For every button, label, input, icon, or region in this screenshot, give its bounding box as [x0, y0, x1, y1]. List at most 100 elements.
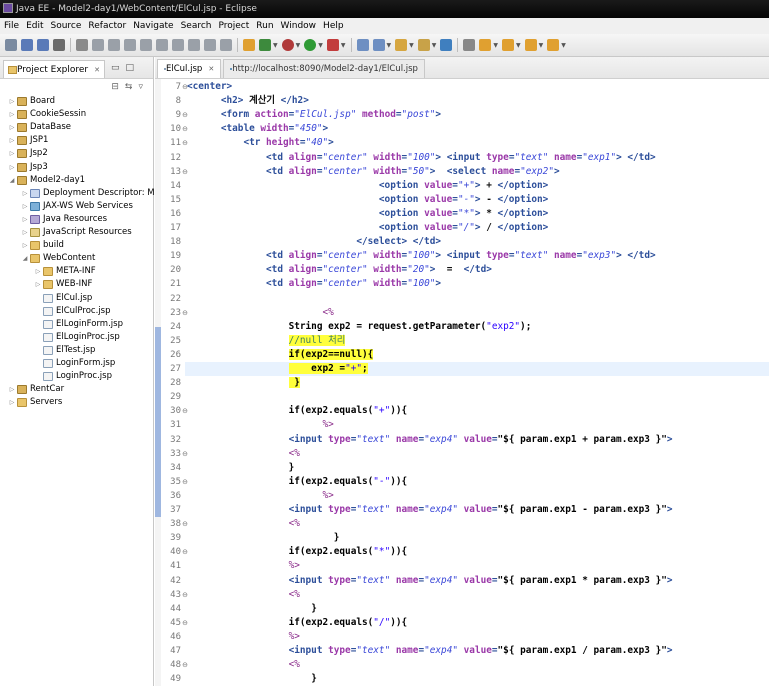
tree-item[interactable]: ▷ Board [8, 95, 55, 108]
fold-toggle-icon[interactable]: ⊖ [181, 520, 189, 528]
use-step-filters-icon[interactable] [220, 39, 232, 51]
dropdown-arrow-icon[interactable]: ▼ [432, 42, 437, 49]
tree-item[interactable]: ElTest.jsp [34, 344, 95, 357]
search-icon[interactable] [417, 39, 430, 51]
menu-refactor[interactable]: Refactor [84, 18, 129, 34]
fold-toggle-icon[interactable]: ⊖ [181, 591, 189, 599]
fold-toggle-icon[interactable]: ⊖ [181, 407, 189, 415]
tree-item[interactable]: LoginForm.jsp [34, 357, 115, 370]
back-icon[interactable] [524, 39, 537, 51]
tree-item[interactable]: ▷ CookieSessin [8, 108, 86, 121]
debug-icon[interactable] [281, 39, 294, 51]
collapsed-arrow-icon[interactable]: ▷ [34, 265, 42, 278]
open-type-icon[interactable] [395, 39, 408, 51]
drop-to-frame-icon[interactable] [204, 39, 216, 51]
open-task-icon[interactable] [243, 39, 255, 51]
tree-item[interactable]: ▷ Servers [8, 396, 62, 409]
dropdown-arrow-icon[interactable]: ▼ [273, 42, 278, 49]
collapsed-arrow-icon[interactable]: ▷ [8, 121, 16, 134]
forward-icon[interactable] [547, 39, 560, 51]
dropdown-arrow-icon[interactable]: ▼ [341, 42, 346, 49]
print-icon[interactable] [53, 39, 65, 51]
fold-toggle-icon[interactable]: ⊖ [181, 111, 189, 119]
dropdown-arrow-icon[interactable]: ▼ [296, 42, 301, 49]
collapsed-arrow-icon[interactable]: ▷ [21, 200, 29, 213]
step-into-icon[interactable] [156, 39, 168, 51]
dropdown-arrow-icon[interactable]: ▼ [318, 42, 323, 49]
new-class-icon[interactable] [372, 39, 385, 51]
menu-search[interactable]: Search [177, 18, 215, 34]
save-all-icon[interactable] [37, 39, 49, 51]
menu-window[interactable]: Window [277, 18, 320, 34]
tree-item[interactable]: ▷ Deployment Descriptor: M [21, 187, 155, 200]
globe-icon[interactable] [440, 39, 453, 51]
collapsed-arrow-icon[interactable]: ▷ [8, 95, 16, 108]
prev-annotation-icon[interactable] [502, 39, 514, 51]
fold-toggle-icon[interactable]: ⊖ [181, 478, 189, 486]
fold-toggle-icon[interactable]: ⊖ [181, 168, 189, 176]
tree-item[interactable]: ▷ Java Resources [21, 213, 107, 226]
collapsed-arrow-icon[interactable]: ▷ [34, 278, 42, 291]
dropdown-arrow-icon[interactable]: ▼ [539, 42, 544, 49]
collapsed-arrow-icon[interactable]: ▷ [8, 147, 16, 160]
skip-breakpoints-icon[interactable] [76, 39, 88, 51]
fold-toggle-icon[interactable]: ⊖ [181, 619, 189, 627]
menu-help[interactable]: Help [319, 18, 347, 34]
tree-item[interactable]: ElLoginProc.jsp [34, 331, 120, 344]
dropdown-arrow-icon[interactable]: ▼ [409, 42, 414, 49]
suspend-icon[interactable] [108, 39, 120, 51]
expanded-arrow-icon[interactable]: ◢ [8, 174, 16, 187]
menu-file[interactable]: File [0, 18, 22, 34]
annotation-icon[interactable] [463, 39, 476, 51]
code-editor[interactable]: <center> <h2> 계산기 </h2> <form action="El… [187, 79, 769, 686]
close-icon[interactable]: ✕ [208, 65, 214, 73]
tree-item[interactable]: ElCulProc.jsp [34, 305, 110, 318]
menu-source[interactable]: Source [47, 18, 85, 34]
new-icon[interactable] [5, 39, 17, 51]
collapsed-arrow-icon[interactable]: ▷ [8, 134, 16, 147]
disconnect-icon[interactable] [140, 39, 152, 51]
menu-navigate[interactable]: Navigate [129, 18, 176, 34]
close-icon[interactable]: ✕ [94, 66, 100, 74]
tree-item[interactable]: ▷ DataBase [8, 121, 71, 134]
view-menu-icon[interactable]: ▿ [138, 82, 143, 92]
tree-item[interactable]: ▷ JAX-WS Web Services [21, 200, 133, 213]
collapsed-arrow-icon[interactable]: ▷ [21, 213, 29, 226]
fold-toggle-icon[interactable]: ⊖ [181, 309, 189, 317]
tree-item[interactable]: ▷ WEB-INF [34, 278, 92, 291]
dropdown-arrow-icon[interactable]: ▼ [387, 42, 392, 49]
tree-item[interactable]: ▷ JavaScript Resources [21, 226, 132, 239]
save-icon[interactable] [21, 39, 33, 51]
project-explorer-tab[interactable]: Project Explorer ✕ [3, 60, 106, 78]
next-annotation-icon[interactable] [479, 39, 492, 51]
tree-item[interactable]: ▷ RentCar [8, 383, 64, 396]
dropdown-arrow-icon[interactable]: ▼ [561, 42, 566, 49]
expanded-arrow-icon[interactable]: ◢ [21, 252, 29, 265]
minimize-icon[interactable]: ▭ [111, 63, 120, 73]
tree-item[interactable]: ▷ build [21, 239, 64, 252]
fold-toggle-icon[interactable]: ⊖ [181, 83, 189, 91]
menu-edit[interactable]: Edit [22, 18, 46, 34]
tree-item[interactable]: ◢ Model2-day1 [8, 174, 85, 187]
terminate-icon[interactable] [124, 39, 136, 51]
step-over-icon[interactable] [172, 39, 184, 51]
tab-elcul-jsp[interactable]: ElCul.jsp ✕ [157, 59, 222, 78]
dropdown-arrow-icon[interactable]: ▼ [493, 42, 498, 49]
tree-item[interactable]: ◢ WebContent [21, 252, 95, 265]
collapsed-arrow-icon[interactable]: ▷ [21, 239, 29, 252]
step-return-icon[interactable] [188, 39, 200, 51]
external-tools-icon[interactable] [326, 39, 339, 51]
tree-item[interactable]: ▷ JSP1 [8, 134, 48, 147]
menu-run[interactable]: Run [252, 18, 276, 34]
collapsed-arrow-icon[interactable]: ▷ [8, 396, 16, 409]
collapsed-arrow-icon[interactable]: ▷ [8, 108, 16, 121]
collapsed-arrow-icon[interactable]: ▷ [21, 226, 29, 239]
link-editor-icon[interactable]: ⇆ [125, 82, 133, 92]
tree-item[interactable]: ▷ META-INF [34, 265, 96, 278]
resume-icon[interactable] [92, 39, 104, 51]
tree-item[interactable]: ElCul.jsp [34, 292, 92, 305]
fold-toggle-icon[interactable]: ⊖ [181, 661, 189, 669]
new-web-icon[interactable] [356, 39, 369, 51]
collapsed-arrow-icon[interactable]: ▷ [8, 383, 16, 396]
fold-toggle-icon[interactable]: ⊖ [181, 450, 189, 458]
